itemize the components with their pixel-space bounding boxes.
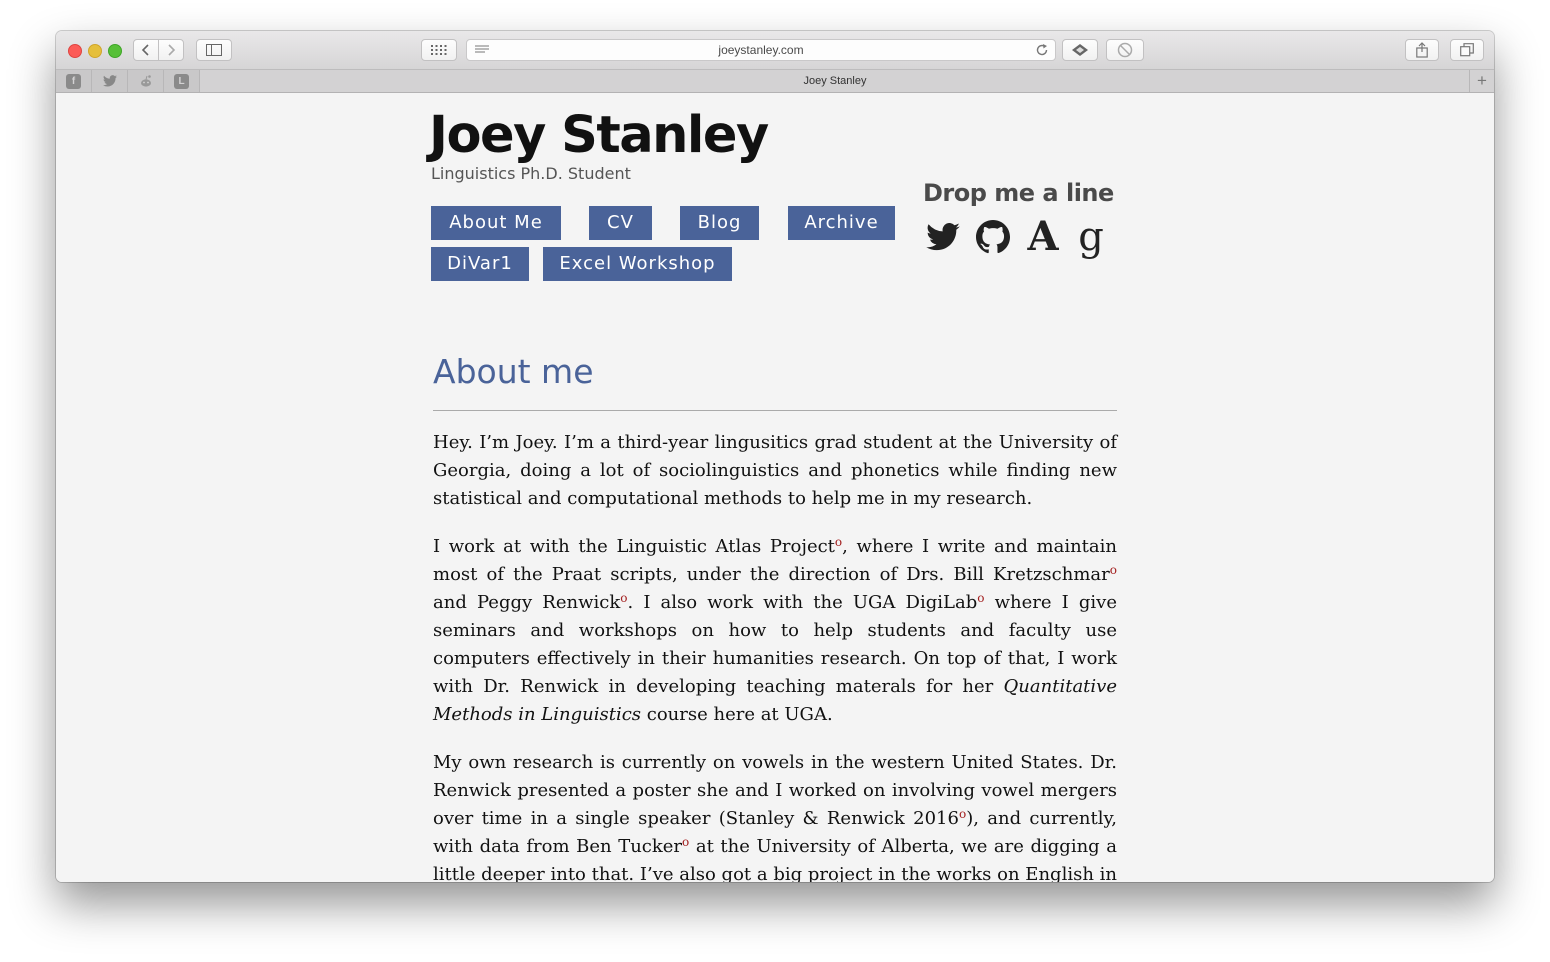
sidebar-icon	[206, 44, 222, 56]
twitter-icon	[102, 75, 117, 87]
close-window-button[interactable]	[68, 44, 82, 58]
pinned-tab-l[interactable]: L	[164, 70, 200, 92]
web-page: Joey Stanley Linguistics Ph.D. Student A…	[56, 93, 1494, 882]
block-icon	[1117, 42, 1133, 58]
show-tabs-button[interactable]	[1450, 39, 1484, 61]
external-link-icon: o	[1109, 563, 1117, 577]
site-subtitle: Linguistics Ph.D. Student	[431, 164, 631, 183]
tabs-overview-icon	[1460, 43, 1474, 57]
site-title[interactable]: Joey Stanley	[429, 103, 769, 169]
tab-joey-stanley[interactable]: Joey Stanley	[200, 70, 1470, 92]
browser-toolbar: joeystanley.com	[56, 31, 1494, 69]
pinned-tab-twitter[interactable]	[92, 70, 128, 92]
facebook-icon: f	[66, 73, 81, 89]
zoom-window-button[interactable]	[108, 44, 122, 58]
link-uga-digilab[interactable]: UGA DigiLab	[853, 592, 977, 613]
paragraph-1: Hey. I’m Joey. I’m a third-year lingusit…	[433, 432, 1117, 509]
l-icon: L	[174, 73, 189, 89]
nav-blog[interactable]: Blog	[680, 206, 759, 240]
about-content: Hey. I’m Joey. I’m a third-year lingusit…	[433, 429, 1117, 882]
nav-excel-workshop[interactable]: Excel Workshop	[543, 247, 732, 281]
text: . I also work with the	[627, 592, 853, 613]
url-text[interactable]: joeystanley.com	[467, 43, 1055, 57]
twitter-icon	[926, 223, 960, 251]
nav-cv[interactable]: CV	[589, 206, 652, 240]
github-icon	[976, 220, 1010, 254]
paragraph-3: My own research is currently on vowels i…	[433, 749, 1117, 882]
text: course here at UGA.	[641, 704, 833, 725]
sidebar-toggle-button[interactable]	[196, 39, 232, 61]
google-scholar-link[interactable]: g	[1071, 217, 1111, 257]
share-button[interactable]	[1405, 39, 1439, 61]
pinned-tab-facebook[interactable]: f	[56, 70, 92, 92]
link-ben-tucker[interactable]: Ben Tucker	[576, 836, 682, 857]
link-stanley-renwick-2016[interactable]: Stanley & Renwick 2016	[726, 808, 959, 829]
github-link[interactable]	[973, 217, 1013, 257]
link-bill-kretzschmar[interactable]: Bill Kretzschmar	[953, 564, 1109, 585]
reload-icon[interactable]	[1035, 43, 1049, 57]
tab-bar: f L Joey Stanley +	[56, 69, 1494, 93]
about-heading: About me	[433, 352, 594, 391]
back-button[interactable]	[133, 39, 159, 61]
academia-link[interactable]: A	[1023, 217, 1063, 257]
nav-divar1[interactable]: DiVar1	[431, 247, 529, 281]
paragraph-2: I work at with the Linguistic Atlas Proj…	[433, 533, 1117, 729]
new-tab-button[interactable]: +	[1469, 70, 1494, 92]
grid-icon	[431, 45, 447, 55]
divider	[433, 410, 1117, 411]
blocker-button[interactable]	[1106, 39, 1144, 61]
top-sites-button[interactable]	[421, 39, 457, 61]
forward-button[interactable]	[158, 39, 184, 61]
link-linguistic-atlas-project[interactable]: Linguistic Atlas Project	[616, 536, 834, 557]
text: and	[433, 592, 477, 613]
text: I work at with the	[433, 536, 617, 557]
extension-icon	[1072, 44, 1088, 56]
extension-button[interactable]	[1062, 39, 1098, 61]
twitter-link[interactable]	[923, 217, 963, 257]
nav-about-me[interactable]: About Me	[431, 206, 561, 240]
academia-icon: A	[1027, 213, 1059, 260]
minimize-window-button[interactable]	[88, 44, 102, 58]
chevron-right-icon	[168, 44, 176, 56]
address-bar[interactable]: joeystanley.com	[466, 39, 1056, 61]
nav-archive[interactable]: Archive	[788, 206, 895, 240]
link-peggy-renwick[interactable]: Peggy Renwick	[477, 592, 620, 613]
chevron-left-icon	[141, 44, 149, 56]
reddit-icon	[140, 75, 151, 87]
share-icon	[1416, 42, 1428, 58]
google-scholar-icon: g	[1078, 214, 1104, 260]
pinned-tab-reddit[interactable]	[128, 70, 164, 92]
browser-window: joeystanley.com f L Joey Stanley + Joey …	[56, 31, 1494, 882]
contact-title: Drop me a line	[923, 179, 1114, 207]
